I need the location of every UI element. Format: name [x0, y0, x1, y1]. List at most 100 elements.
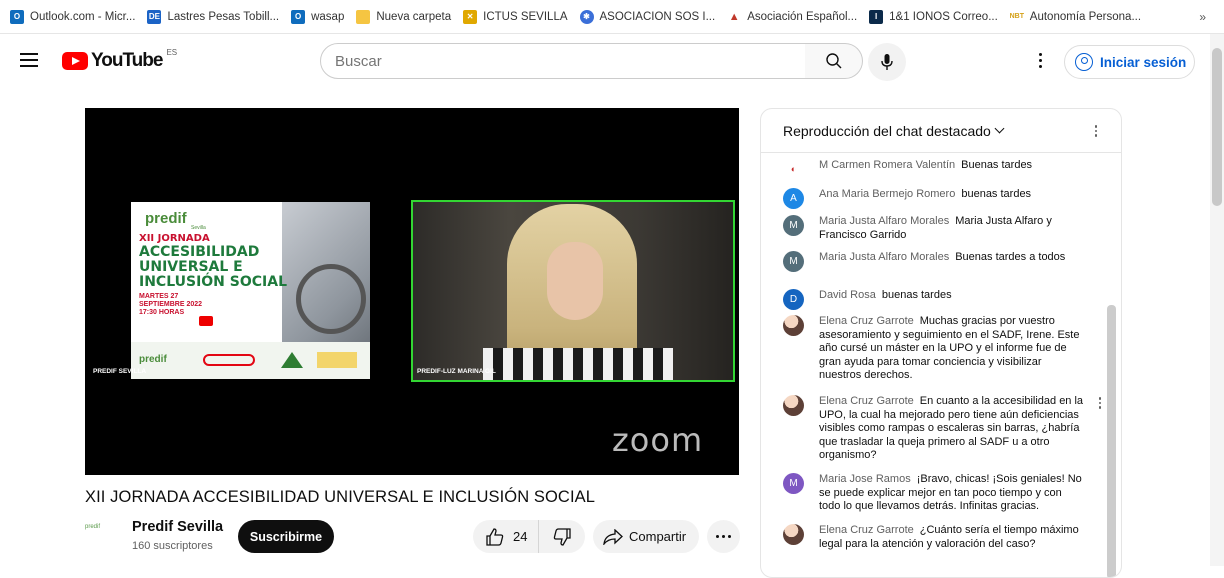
channel-avatar[interactable]: predif — [85, 524, 119, 548]
logo-text: YouTube — [91, 50, 163, 71]
chat-mode-dropdown[interactable]: Reproducción del chat destacado — [761, 109, 1121, 153]
video-player[interactable]: predif Sevilla XII JORNADA ACCESIBILIDAD… — [85, 108, 739, 475]
poster-title-line: INCLUSIÓN SOCIAL — [139, 274, 287, 290]
poster-date: MARTES 27 SEPTIEMBRE 2022 17:30 HORAS — [139, 293, 202, 317]
bookmarks-overflow-button[interactable]: » — [1199, 10, 1206, 24]
bookmark-wasap[interactable]: Owasap — [291, 9, 345, 24]
avatar — [783, 395, 804, 416]
bookmark-ionos[interactable]: I 1&1 IONOS Correo... — [869, 9, 998, 24]
chat-message: M Maria Jose Ramos ¡Bravo, chicas! ¡Sois … — [783, 473, 1103, 514]
microphone-icon — [881, 54, 893, 70]
poster-date-line: 17:30 HORAS — [139, 309, 185, 316]
message-options-kebab-icon[interactable] — [1098, 397, 1101, 409]
chat-message: Elena Cruz Garrote En cuanto a la accesib… — [783, 395, 1103, 463]
avatar: ◐ — [783, 159, 804, 180]
chat-author: Elena Cruz Garrote — [819, 395, 914, 407]
participant-label: PREDIF-LUZ MARINA GIL — [417, 368, 496, 375]
share-button[interactable]: Compartir — [593, 520, 699, 553]
bookmark-outlook[interactable]: O Outlook.com - Micr... — [10, 9, 136, 24]
speaker-shirt — [483, 348, 673, 380]
settings-kebab-icon[interactable] — [1030, 48, 1050, 72]
country-code: ES — [166, 47, 178, 57]
poster-brand-sub: Sevilla — [191, 225, 206, 231]
bookmarks-bar: O Outlook.com - Micr... DE Lastres Pesas T… — [0, 0, 1224, 34]
ictus-icon: ✕ — [463, 9, 478, 24]
bookmark-label: wasap — [311, 10, 345, 23]
outlook-icon: O — [291, 9, 306, 24]
bookmark-nueva-carpeta[interactable]: Nueva carpeta — [356, 9, 451, 24]
voice-search-button[interactable] — [868, 43, 906, 81]
share-label: Compartir — [629, 529, 687, 544]
bookmark-lastres[interactable]: DE Lastres Pesas Tobill... — [147, 9, 279, 24]
chat-author: David Rosa — [819, 289, 876, 301]
subscriber-count: 160 suscriptores — [132, 540, 213, 552]
hamburger-menu-icon[interactable] — [20, 53, 38, 67]
chat-message: ◐ M Carmen Romera Valentín Buenas tardes — [783, 159, 1103, 180]
chevron-down-icon — [994, 123, 1005, 134]
bookmark-asociacion[interactable]: ▲ Asociación Español... — [727, 10, 857, 24]
video-title: XII JORNADA ACCESIBILIDAD UNIVERSAL E IN… — [85, 488, 596, 506]
chat-message: M Maria Justa Alfaro Morales Maria Justa … — [783, 215, 1103, 242]
participant-tile-predif: predif Sevilla XII JORNADA ACCESIBILIDAD… — [131, 202, 370, 379]
bookmark-label: 1&1 IONOS Correo... — [889, 10, 998, 23]
chat-text: buenas tardes — [881, 289, 952, 301]
masthead: YouTube ES Buscar Iniciar sesión — [0, 34, 1224, 90]
poster-title-line: UNIVERSAL E — [139, 259, 243, 275]
chat-text: buenas tardes — [961, 188, 1032, 200]
chat-options-kebab-icon[interactable] — [1094, 125, 1097, 137]
participant-label: PREDIF SEVILLA — [93, 368, 147, 375]
poster-sponsor-logo — [317, 352, 357, 368]
like-button[interactable]: 24 — [473, 520, 539, 553]
speaker-face — [547, 242, 603, 320]
chat-message: M Maria Justa Alfaro Morales Buenas tarde… — [783, 251, 1103, 272]
poster-sponsor-once-logo — [203, 354, 255, 366]
avatar: D — [783, 289, 804, 310]
account-icon — [1075, 53, 1093, 71]
de-icon: DE — [147, 9, 162, 24]
poster-date-line: MARTES 27 — [139, 293, 179, 300]
live-chat-replay: Reproducción del chat destacado ◐ M Carm… — [760, 108, 1122, 578]
bookmark-autonomia[interactable]: NBT Autonomía Persona... — [1010, 10, 1141, 24]
chat-header-title: Reproducción del chat destacado — [783, 122, 991, 139]
bookmark-label: ASOCIACION SOS I... — [599, 10, 716, 23]
bookmark-ictus[interactable]: ✕ ICTUS SEVILLA — [463, 9, 568, 24]
search-input[interactable]: Buscar — [320, 43, 806, 79]
chat-author: Maria Justa Alfaro Morales — [819, 215, 950, 227]
poster-sponsors: predif — [131, 342, 370, 379]
page-scrollbar-thumb[interactable] — [1212, 48, 1222, 206]
outlook-icon: O — [10, 9, 24, 24]
chat-message: Elena Cruz Garrote ¿Cuánto sería el tiemp… — [783, 524, 1103, 551]
subscribe-button[interactable]: Suscribirme — [238, 520, 334, 553]
thumbs-up-icon — [486, 527, 504, 546]
signin-label: Iniciar sesión — [1100, 54, 1187, 70]
chat-author: Maria Justa Alfaro Morales — [819, 251, 950, 263]
folder-icon — [356, 9, 371, 24]
chat-author: Elena Cruz Garrote — [819, 524, 914, 536]
like-count: 24 — [513, 529, 528, 544]
bookmark-sos[interactable]: ✱ ASOCIACION SOS I... — [579, 9, 716, 24]
dislike-button[interactable] — [539, 520, 585, 553]
youtube-play-icon — [62, 52, 88, 70]
chat-scrollbar[interactable] — [1107, 305, 1116, 577]
search-button[interactable] — [805, 43, 863, 79]
chat-message: A Ana Maria Bermejo Romero buenas tardes — [783, 188, 1103, 209]
chat-author: Elena Cruz Garrote — [819, 315, 914, 327]
signin-button[interactable]: Iniciar sesión — [1064, 45, 1195, 79]
thumbs-down-icon — [553, 527, 571, 546]
search-placeholder: Buscar — [335, 52, 382, 70]
chat-message: D David Rosa buenas tardes — [783, 289, 1103, 310]
more-actions-button[interactable] — [707, 520, 740, 553]
poster-title-line: ACCESIBILIDAD — [139, 244, 260, 260]
bookmark-label: Outlook.com - Micr... — [30, 10, 136, 23]
like-dislike-group: 24 — [473, 520, 585, 553]
channel-name[interactable]: Predif Sevilla — [132, 519, 223, 535]
poster-title: XII JORNADA ACCESIBILIDAD UNIVERSAL E IN… — [139, 233, 309, 290]
sos-icon: ✱ — [579, 9, 594, 24]
page-scrollbar[interactable] — [1210, 34, 1224, 566]
share-icon — [603, 528, 623, 545]
chat-author: M Carmen Romera Valentín — [819, 159, 956, 171]
bookmark-label: Autonomía Persona... — [1029, 10, 1142, 23]
youtube-logo[interactable]: YouTube ES — [62, 47, 178, 72]
ionos-icon: I — [869, 9, 884, 24]
participant-tile-speaker: PREDIF-LUZ MARINA GIL — [411, 200, 735, 382]
